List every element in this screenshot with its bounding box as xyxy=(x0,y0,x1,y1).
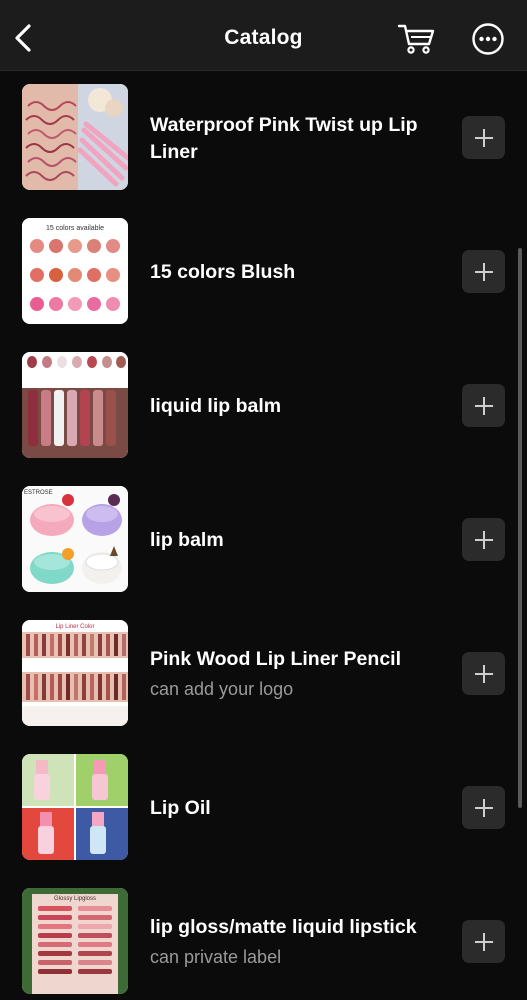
cart-button[interactable] xyxy=(396,20,436,56)
product-text: liquid lip balm xyxy=(150,379,450,434)
list-item[interactable]: Lip Oil xyxy=(0,741,510,875)
list-item[interactable]: 15 colors available 15 colors Blush xyxy=(0,205,510,339)
add-button[interactable] xyxy=(462,518,505,561)
lip-balm-tubes-image[interactable] xyxy=(22,352,128,458)
product-text: Waterproof Pink Twist up Lip Liner xyxy=(150,111,450,166)
plus-icon xyxy=(474,262,493,281)
thumb-caption: 15 colors available xyxy=(46,225,104,232)
product-name: lip gloss/matte liquid lipstick xyxy=(150,916,417,938)
scrollbar[interactable] xyxy=(518,248,522,808)
product-name: 15 colors Blush xyxy=(150,261,296,283)
product-text: 15 colors Blush xyxy=(150,245,450,300)
product-name: Lip Oil xyxy=(150,797,211,819)
add-button[interactable] xyxy=(462,384,505,427)
add-button[interactable] xyxy=(462,652,505,695)
plus-icon xyxy=(474,664,493,683)
lip-liner-swatch-image[interactable] xyxy=(22,84,128,190)
more-options-icon xyxy=(472,23,504,55)
lip-balm-jars-image[interactable]: ESTROSE xyxy=(22,486,128,592)
add-button[interactable] xyxy=(462,920,505,963)
product-name: liquid lip balm xyxy=(150,395,282,417)
thumb-caption: Lip Liner Color xyxy=(55,624,94,630)
plus-icon xyxy=(474,530,493,549)
product-name: Waterproof Pink Twist up Lip Liner xyxy=(150,113,418,163)
lip-liner-chart-image[interactable]: Lip Liner Color xyxy=(22,620,128,726)
list-item[interactable]: Lip Liner Color Pink Wood Lip Liner Penc… xyxy=(0,607,510,741)
product-name: Pink Wood Lip Liner Pencil xyxy=(150,648,401,670)
plus-icon xyxy=(474,128,493,147)
product-text: Lip Oil xyxy=(150,781,450,836)
add-button[interactable] xyxy=(462,786,505,829)
lip-gloss-swatch-image[interactable]: Glossy Lipgloss xyxy=(22,888,128,994)
product-list[interactable]: Waterproof Pink Twist up Lip Liner 15 co… xyxy=(0,71,527,1000)
more-options-button[interactable] xyxy=(471,22,505,56)
add-button[interactable] xyxy=(462,116,505,159)
thumb-caption: Glossy Lipgloss xyxy=(54,896,96,902)
thumb-caption: ESTROSE xyxy=(24,490,53,496)
list-item[interactable]: Waterproof Pink Twist up Lip Liner xyxy=(0,71,510,205)
plus-icon xyxy=(474,798,493,817)
product-text: Pink Wood Lip Liner Pencil can add your … xyxy=(150,643,450,705)
product-text: lip balm xyxy=(150,513,450,568)
product-subtitle: can private label xyxy=(150,947,282,967)
product-subtitle: can add your logo xyxy=(150,679,294,699)
cart-icon xyxy=(397,24,435,54)
page-title: Catalog xyxy=(224,26,303,49)
blush-palette-image[interactable]: 15 colors available xyxy=(22,218,128,324)
plus-icon xyxy=(474,932,493,951)
list-item[interactable]: ESTROSE lip balm xyxy=(0,473,510,607)
list-item[interactable]: Glossy Lipgloss lip gloss/matte liquid l… xyxy=(0,875,510,1000)
product-name: lip balm xyxy=(150,529,224,551)
add-button[interactable] xyxy=(462,250,505,293)
lip-oil-bottles-image[interactable] xyxy=(22,754,128,860)
plus-icon xyxy=(474,396,493,415)
top-bar: Catalog xyxy=(0,0,527,71)
list-item[interactable]: liquid lip balm xyxy=(0,339,510,473)
product-text: lip gloss/matte liquid lipstick can priv… xyxy=(150,911,450,973)
